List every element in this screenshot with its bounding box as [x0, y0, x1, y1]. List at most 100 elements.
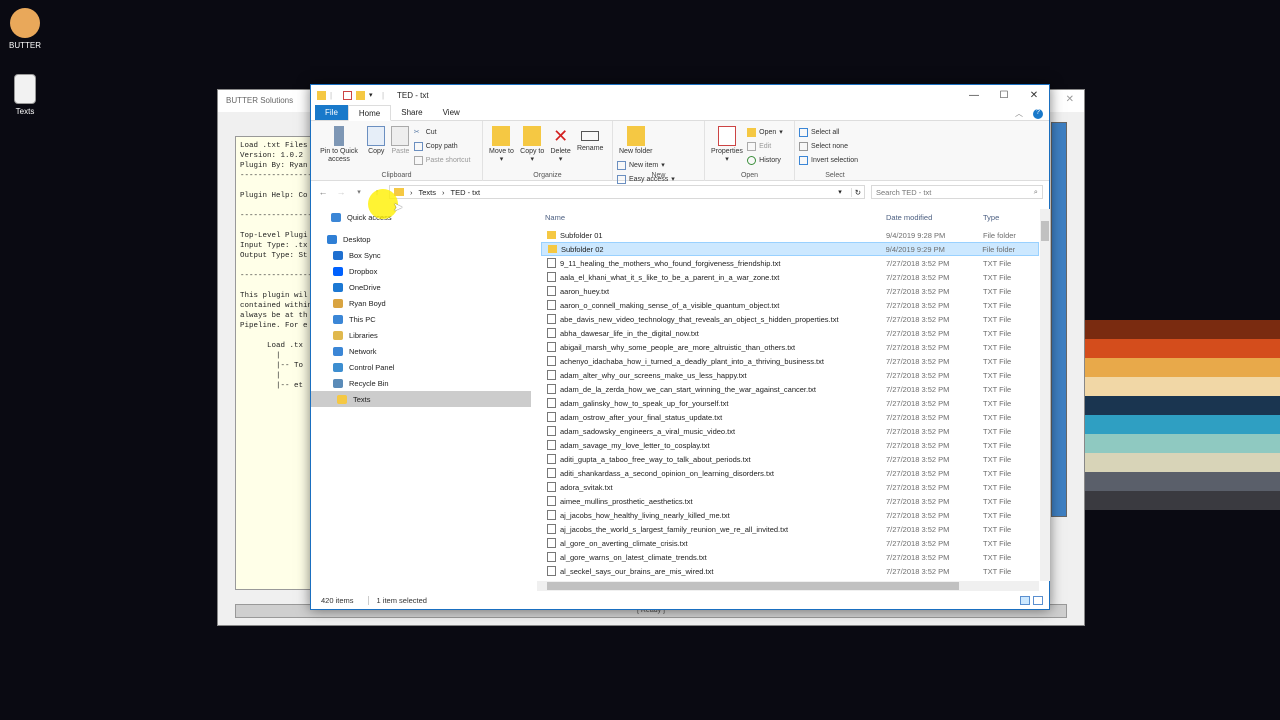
properties-icon[interactable] [343, 90, 352, 100]
file-row[interactable]: adam_galinsky_how_to_speak_up_for_yourse… [541, 396, 1039, 410]
file-row[interactable]: aditi_shankardass_a_second_opinion_on_le… [541, 466, 1039, 480]
details-view-icon[interactable] [1020, 595, 1030, 605]
file-row[interactable]: al_gore_on_averting_climate_crisis.txt 7/… [541, 536, 1039, 550]
file-row[interactable]: al_seckel_says_our_brains_are_mis_wired.… [541, 564, 1039, 578]
file-row[interactable]: adam_savage_my_love_letter_to_cosplay.tx… [541, 438, 1039, 452]
customize-qa-icon[interactable]: ▾ [369, 91, 378, 100]
scroll-thumb[interactable] [547, 582, 959, 590]
nav-item-onedrive[interactable]: OneDrive [311, 279, 531, 295]
address-dropdown-icon[interactable]: ▾ [838, 188, 845, 196]
delete-button[interactable]: ✕ Delete ▾ [551, 123, 571, 164]
copy-button[interactable]: Copy [367, 123, 386, 156]
scroll-thumb[interactable] [1041, 221, 1049, 241]
nav-item-recycle-bin[interactable]: Recycle Bin [311, 375, 531, 391]
nav-item-libraries[interactable]: Libraries [311, 327, 531, 343]
nav-item-desktop[interactable]: Desktop [311, 231, 531, 247]
select-none-button[interactable]: Select none [799, 139, 871, 153]
recent-locations-icon[interactable]: ▾ [353, 188, 365, 196]
file-type: TXT File [983, 496, 1012, 506]
tab-file[interactable]: File [315, 105, 348, 120]
search-input[interactable]: Search TED - txt ⌕ [871, 185, 1043, 199]
file-row[interactable]: aaron_huey.txt 7/27/2018 3:52 PM TXT File [541, 284, 1039, 298]
file-row[interactable]: aj_jacobs_the_world_s_largest_family_reu… [541, 522, 1039, 536]
nav-item-box-sync[interactable]: Box Sync [311, 247, 531, 263]
file-row[interactable]: aditi_gupta_a_taboo_free_way_to_talk_abo… [541, 452, 1039, 466]
file-explorer-window[interactable]: | ▾ | TED - txt — ☐ ✕ File Home Share Vi… [310, 84, 1050, 610]
file-row[interactable]: adam_sadowsky_engineers_a_viral_music_vi… [541, 424, 1039, 438]
breadcrumb-ted-txt[interactable]: TED - txt [451, 188, 481, 197]
file-row[interactable]: adam_ostrow_after_your_final_status_upda… [541, 410, 1039, 424]
select-all-icon [799, 127, 808, 137]
close-icon[interactable]: ✕ [1019, 90, 1049, 101]
file-row[interactable]: adora_svitak.txt 7/27/2018 3:52 PM TXT Fil… [541, 480, 1039, 494]
desktop-icon-texts[interactable]: Texts [0, 74, 50, 116]
copy-to-button[interactable]: Copy to ▾ [520, 123, 544, 164]
breadcrumb-texts[interactable]: Texts [419, 188, 437, 197]
file-row[interactable]: aaron_o_connell_making_sense_of_a_visibl… [541, 298, 1039, 312]
pin-quick-access-button[interactable]: Pin to Quick access [317, 123, 361, 164]
file-row[interactable]: abigail_marsh_why_some_people_are_more_a… [541, 340, 1039, 354]
vertical-scrollbar[interactable] [1040, 209, 1050, 581]
wallpaper-stripe [1085, 415, 1280, 434]
address-bar[interactable]: › Texts › TED - txt ▾ ↻ [389, 185, 865, 199]
folder-icon [548, 245, 557, 253]
back-icon[interactable]: ← [317, 187, 329, 197]
column-name[interactable]: Name [541, 213, 886, 222]
tab-home[interactable]: Home [347, 105, 392, 121]
text-file-icon [547, 496, 556, 506]
maximize-icon[interactable]: ☐ [989, 90, 1019, 101]
tab-view[interactable]: View [433, 105, 470, 120]
file-type: TXT File [983, 440, 1012, 450]
new-folder-button[interactable]: New folder [619, 123, 652, 156]
file-row[interactable]: al_gore_warns_on_latest_climate_trends.t… [541, 550, 1039, 564]
text-file-icon [547, 468, 556, 478]
cut-button[interactable]: ✂ Cut [414, 125, 471, 139]
collapse-ribbon-icon[interactable]: ︿ [1005, 105, 1033, 120]
file-type: TXT File [983, 468, 1012, 478]
edit-button[interactable]: Edit [747, 139, 783, 153]
file-row[interactable]: aj_jacobs_how_healthy_living_nearly_kill… [541, 508, 1039, 522]
select-all-button[interactable]: Select all [799, 125, 871, 139]
close-icon[interactable]: ✕ [1066, 94, 1074, 105]
invert-selection-button[interactable]: Invert selection [799, 153, 871, 167]
large-icons-view-icon[interactable] [1033, 595, 1043, 605]
nav-item-dropbox[interactable]: Dropbox [311, 263, 531, 279]
open-button[interactable]: Open ▾ [747, 125, 783, 139]
file-row[interactable]: adam_alter_why_our_screens_make_us_less_… [541, 368, 1039, 382]
folder-row[interactable]: Subfolder 02 9/4/2019 9:29 PM File folder [541, 242, 1039, 256]
horizontal-scrollbar[interactable] [537, 581, 1039, 591]
paste-shortcut-button[interactable]: Paste shortcut [413, 153, 470, 167]
nav-item-control-panel[interactable]: Control Panel [311, 359, 531, 375]
rename-button[interactable]: Rename [577, 123, 603, 153]
nav-item-this-pc[interactable]: This PC [311, 311, 531, 327]
column-date-modified[interactable]: Date modified [886, 213, 983, 222]
move-to-button[interactable]: Move to ▾ [489, 123, 514, 164]
history-button[interactable]: History [747, 153, 783, 167]
file-type: TXT File [983, 272, 1012, 282]
desktop-icon-butter[interactable]: BUTTER [0, 8, 50, 50]
file-row[interactable]: aala_el_khani_what_it_s_like_to_be_a_par… [541, 270, 1039, 284]
forward-icon[interactable]: → [335, 187, 347, 197]
nav-item-ryan-boyd[interactable]: Ryan Boyd [311, 295, 531, 311]
paste-button[interactable]: Paste [391, 123, 410, 156]
minimize-icon[interactable]: — [959, 90, 989, 101]
nav-item-quick-access[interactable]: Quick access [311, 209, 531, 225]
file-row[interactable]: 9_11_healing_the_mothers_who_found_forgi… [541, 256, 1039, 270]
file-row[interactable]: abe_davis_new_video_technology_that_reve… [541, 312, 1039, 326]
refresh-icon[interactable]: ↻ [850, 187, 864, 197]
folder-row[interactable]: Subfolder 01 9/4/2019 9:28 PM File folder [541, 228, 1039, 242]
file-row[interactable]: adam_de_la_zerda_how_we_can_start_winnin… [541, 382, 1039, 396]
file-row[interactable]: achenyo_idachaba_how_i_turned_a_deadly_p… [541, 354, 1039, 368]
help-icon[interactable]: ? [1033, 109, 1043, 119]
nav-item-texts[interactable]: Texts [311, 391, 531, 407]
tab-share[interactable]: Share [391, 105, 432, 120]
copy-path-button[interactable]: Copy path [413, 139, 471, 153]
properties-button[interactable]: Properties ▾ [711, 123, 743, 164]
new-item-button[interactable]: New item ▾ [617, 158, 675, 172]
column-type[interactable]: Type [983, 213, 1039, 222]
nav-item-network[interactable]: Network [311, 343, 531, 359]
file-row[interactable]: abha_dawesar_life_in_the_digital_now.txt… [541, 326, 1039, 340]
file-row[interactable]: aimee_mullins_prosthetic_aesthetics.txt 7… [541, 494, 1039, 508]
file-date: 7/27/2018 3:52 PM [886, 300, 950, 310]
new-folder-icon[interactable] [356, 90, 365, 100]
